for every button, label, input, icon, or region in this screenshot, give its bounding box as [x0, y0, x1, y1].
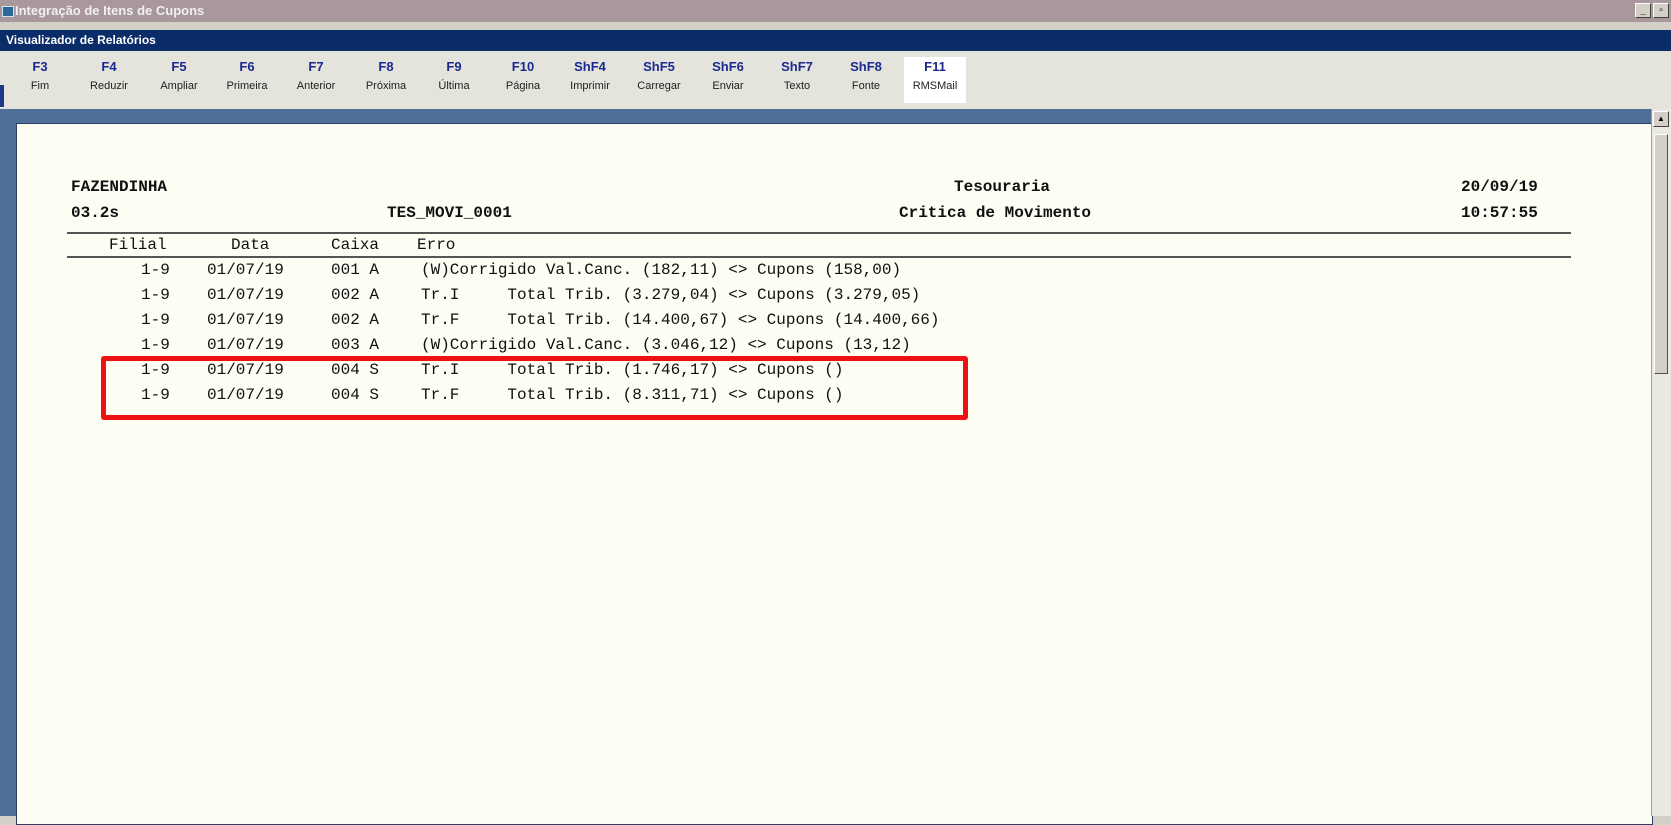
shf4-imprimir-button[interactable]: ShF4 Imprimir: [559, 57, 621, 103]
report-title: Critica de Movimento: [899, 204, 1092, 222]
vertical-scrollbar[interactable]: ▲: [1651, 109, 1671, 816]
department-name: Tesouraria: [954, 178, 1051, 196]
action-label: Primeira: [226, 80, 268, 92]
table-row: 1-9 01/07/19 002 A Tr.I Total Trib. (3.2…: [17, 286, 1652, 310]
cell-erro: (W)Corrigido Val.Canc. (182,11) <> Cupon…: [421, 261, 902, 279]
cell-data: 01/07/19: [207, 336, 284, 354]
action-label: Fim: [30, 80, 50, 92]
cell-caixa: 002 A: [331, 311, 380, 329]
action-label: Última: [438, 80, 470, 92]
key-label: ShF7: [781, 59, 813, 74]
key-label: F8: [378, 59, 394, 74]
minimize-button[interactable]: _: [1635, 3, 1651, 18]
key-label: F11: [924, 59, 946, 74]
window-titlebar: Integração de Itens de Cupons _ ▫: [0, 0, 1671, 22]
action-label: Reduzir: [90, 80, 128, 92]
cell-filial: 1-9: [141, 261, 170, 279]
cell-caixa: 002 A: [331, 286, 380, 304]
key-label: ShF6: [712, 59, 744, 74]
columns-divider: [67, 256, 1571, 258]
table-row: 1-9 01/07/19 002 A Tr.F Total Trib. (14.…: [17, 311, 1652, 335]
toolbar-accent: [0, 85, 4, 107]
f6-primeira-button[interactable]: F6 Primeira: [216, 57, 278, 103]
subwindow-title: Visualizador de Relatórios: [6, 33, 156, 47]
f7-anterior-button[interactable]: F7 Anterior: [285, 57, 347, 103]
f4-reduzir-button[interactable]: F4 Reduzir: [78, 57, 140, 103]
shf8-fonte-button[interactable]: ShF8 Fonte: [835, 57, 897, 103]
f9-ultima-button[interactable]: F9 Última: [423, 57, 485, 103]
action-label: Carregar: [637, 80, 681, 92]
cell-caixa: 001 A: [331, 261, 380, 279]
report-time: 10:57:55: [1461, 204, 1538, 222]
key-label: F3: [32, 59, 48, 74]
cell-erro: (W)Corrigido Val.Canc. (3.046,12) <> Cup…: [421, 336, 911, 354]
cell-erro: Tr.F Total Trib. (14.400,67) <> Cupons (…: [421, 311, 940, 329]
key-label: F4: [101, 59, 117, 74]
table-row: 1-9 01/07/19 001 A (W)Corrigido Val.Canc…: [17, 261, 1652, 285]
window-controls: _ ▫: [1635, 3, 1669, 18]
f11-rmsmail-button[interactable]: F11 RMSMail: [904, 57, 966, 103]
restore-button[interactable]: ▫: [1653, 3, 1669, 18]
key-label: F6: [239, 59, 255, 74]
action-label: Texto: [783, 80, 811, 92]
report-page: FAZENDINHA Tesouraria 20/09/19 03.2s TES…: [16, 123, 1653, 825]
window-title: Integração de Itens de Cupons: [15, 3, 205, 18]
column-header-data: Data: [231, 236, 270, 254]
key-label: ShF5: [643, 59, 675, 74]
company-name: FAZENDINHA: [71, 178, 168, 196]
cell-filial: 1-9: [141, 286, 170, 304]
column-header-erro: Erro: [417, 236, 456, 254]
action-label: RMSMail: [912, 80, 958, 92]
key-label: F7: [308, 59, 324, 74]
key-label: F9: [446, 59, 462, 74]
header-divider: [67, 232, 1571, 234]
key-label: ShF8: [850, 59, 882, 74]
highlight-annotation-box: [101, 356, 968, 420]
report-date: 20/09/19: [1461, 178, 1538, 196]
action-label: Anterior: [296, 80, 336, 92]
column-header-filial: Filial: [109, 236, 167, 254]
key-label: F10: [511, 59, 535, 74]
cell-filial: 1-9: [141, 311, 170, 329]
report-code: TES_MOVI_0001: [387, 204, 512, 222]
cell-erro: Tr.I Total Trib. (3.279,04) <> Cupons (3…: [421, 286, 921, 304]
cell-data: 01/07/19: [207, 311, 284, 329]
cell-filial: 1-9: [141, 336, 170, 354]
cell-data: 01/07/19: [207, 261, 284, 279]
function-key-toolbar: F3 Fim F4 Reduzir F5 Ampliar F6 Primeira F7 A…: [0, 51, 1671, 109]
key-label: F5: [171, 59, 187, 74]
f3-fim-button[interactable]: F3 Fim: [9, 57, 71, 103]
f5-ampliar-button[interactable]: F5 Ampliar: [148, 57, 210, 103]
scroll-up-button[interactable]: ▲: [1653, 111, 1669, 127]
scroll-thumb[interactable]: [1654, 134, 1668, 374]
column-header-caixa: Caixa: [331, 236, 380, 254]
report-viewport: FAZENDINHA Tesouraria 20/09/19 03.2s TES…: [0, 109, 1671, 825]
key-label: ShF4: [574, 59, 606, 74]
shf7-texto-button[interactable]: ShF7 Texto: [766, 57, 828, 103]
report-version: 03.2s: [71, 204, 120, 222]
action-label: Ampliar: [160, 80, 198, 92]
action-label: Fonte: [851, 80, 881, 92]
action-label: Enviar: [712, 80, 744, 92]
shf5-carregar-button[interactable]: ShF5 Carregar: [628, 57, 690, 103]
shf6-enviar-button[interactable]: ShF6 Enviar: [697, 57, 759, 103]
cell-data: 01/07/19: [207, 286, 284, 304]
action-label: Página: [505, 80, 541, 92]
f8-proxima-button[interactable]: F8 Próxima: [355, 57, 417, 103]
app-icon: [2, 6, 14, 17]
f10-pagina-button[interactable]: F10 Página: [492, 57, 554, 103]
cell-caixa: 003 A: [331, 336, 380, 354]
action-label: Imprimir: [570, 80, 610, 92]
subwindow-titlebar: Visualizador de Relatórios: [0, 30, 1671, 51]
action-label: Próxima: [365, 80, 407, 92]
